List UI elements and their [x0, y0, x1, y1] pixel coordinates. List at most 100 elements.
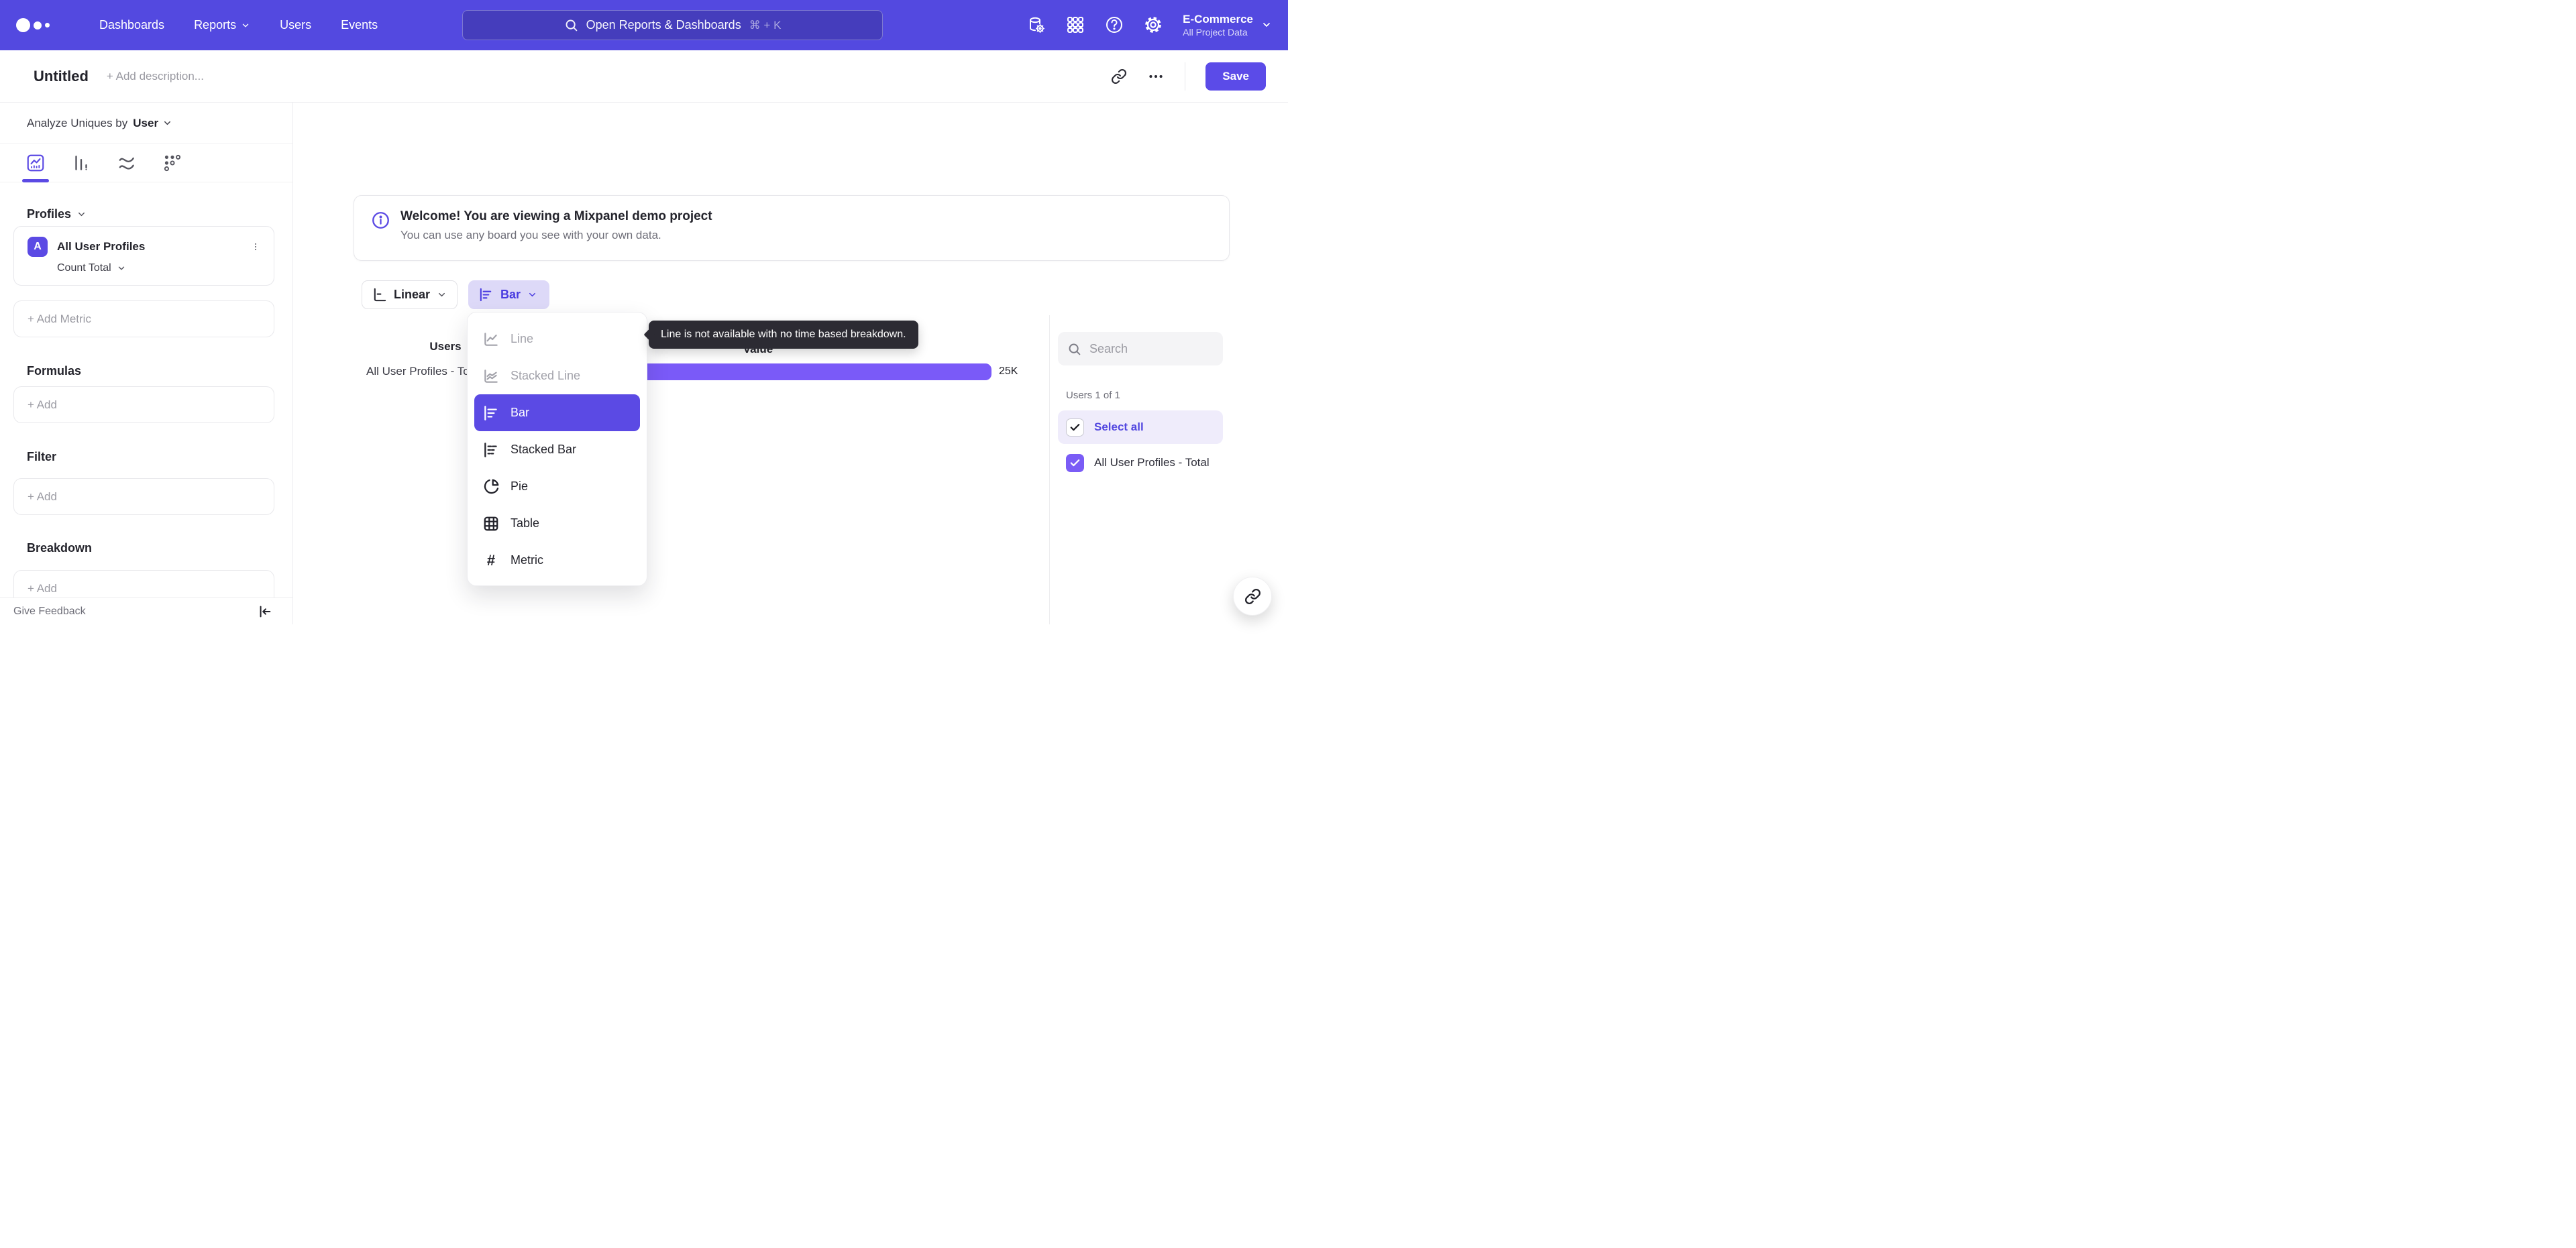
- data-governance-icon[interactable]: [1027, 15, 1046, 34]
- demo-project-banner: Welcome! You are viewing a Mixpanel demo…: [354, 195, 1230, 261]
- add-metric-button[interactable]: + Add Metric: [13, 300, 274, 337]
- select-all-label: Select all: [1094, 420, 1144, 433]
- report-canvas: Welcome! You are viewing a Mixpanel demo…: [293, 103, 1288, 624]
- hash-icon: #: [486, 551, 496, 569]
- add-filter-button[interactable]: + Add: [13, 478, 274, 515]
- series-checkbox[interactable]: [1066, 453, 1084, 472]
- analyze-label: Analyze Uniques by: [27, 116, 128, 129]
- analyze-entity-dropdown[interactable]: User: [133, 117, 172, 130]
- tab-insights[interactable]: [22, 144, 49, 182]
- check-icon: [1070, 423, 1080, 431]
- settings-gear-icon[interactable]: [1144, 15, 1163, 34]
- metric-letter-badge: A: [28, 237, 48, 257]
- formulas-section-header: Formulas: [27, 364, 82, 378]
- add-description-field[interactable]: + Add description...: [107, 70, 204, 83]
- banner-title: Welcome! You are viewing a Mixpanel demo…: [400, 209, 712, 223]
- search-icon: [566, 19, 577, 32]
- nav-item-reports[interactable]: Reports: [179, 0, 265, 50]
- more-options-icon[interactable]: [1147, 68, 1165, 85]
- chevron-down-icon: [242, 23, 249, 27]
- nav-item-label: Events: [341, 18, 378, 32]
- chart-row-label: All User Profiles - Total: [366, 365, 482, 378]
- chevron-down-icon: [439, 292, 445, 297]
- series-search-box[interactable]: [1058, 332, 1223, 365]
- nav-item-label: Users: [280, 18, 312, 32]
- chevron-down-icon: [118, 266, 124, 270]
- give-feedback-link[interactable]: Give Feedback: [13, 606, 86, 618]
- query-builder-sidebar: Analyze Uniques by User Profiles A All U…: [0, 103, 293, 624]
- stacked-bar-chart-icon: [484, 442, 497, 457]
- menu-item-metric[interactable]: # Metric: [468, 542, 647, 579]
- project-selector[interactable]: E-Commerce All Project Data: [1183, 12, 1272, 38]
- menu-item-table[interactable]: Table: [468, 505, 647, 542]
- menu-item-stacked-line[interactable]: Stacked Line: [468, 357, 647, 394]
- series-search-input[interactable]: [1089, 341, 1203, 356]
- sidebar-footer: Give Feedback: [0, 598, 292, 624]
- report-header-bar: Untitled + Add description... Save: [0, 50, 1288, 103]
- select-all-checkbox[interactable]: [1066, 418, 1084, 437]
- nav-item-label: Dashboards: [99, 18, 165, 32]
- aggregation-dropdown[interactable]: Count Total: [57, 262, 274, 274]
- filter-section-header: Filter: [27, 450, 57, 463]
- line-chart-icon: [484, 332, 498, 346]
- chevron-down-icon: [164, 121, 171, 125]
- menu-item-bar[interactable]: Bar: [474, 394, 640, 431]
- tab-funnels[interactable]: [70, 144, 93, 182]
- pie-chart-icon: [484, 479, 499, 494]
- search-icon: [1069, 343, 1081, 355]
- series-row[interactable]: All User Profiles - Total: [1058, 446, 1223, 479]
- breakdown-section-header: Breakdown: [27, 541, 93, 555]
- chevron-down-icon: [529, 292, 536, 297]
- nav-item-label: Reports: [194, 18, 237, 32]
- scale-selector-button[interactable]: Linear: [362, 280, 458, 309]
- tab-retention[interactable]: [161, 144, 184, 182]
- project-name: E-Commerce: [1183, 13, 1253, 26]
- chevron-down-icon: [78, 212, 85, 217]
- retention-dots-icon: [164, 154, 181, 172]
- profiles-section-header[interactable]: Profiles: [0, 207, 292, 221]
- chart-bar-value-label: 25K: [999, 365, 1018, 377]
- metric-card[interactable]: A All User Profiles Count Total: [13, 226, 274, 286]
- menu-item-stacked-bar[interactable]: Stacked Bar: [468, 431, 647, 468]
- panel-divider: [1049, 315, 1050, 624]
- table-icon: [484, 516, 498, 530]
- nav-item-events[interactable]: Events: [326, 0, 392, 50]
- menu-item-line[interactable]: Line: [468, 321, 647, 357]
- help-icon[interactable]: [1105, 15, 1124, 34]
- search-shortcut: ⌘ + K: [749, 18, 782, 32]
- banner-body: You can use any board you see with your …: [400, 229, 661, 241]
- stacked-line-chart-icon: [484, 369, 498, 383]
- horizontal-bar-chart-icon: [480, 288, 492, 302]
- save-button[interactable]: Save: [1205, 62, 1266, 91]
- select-all-row[interactable]: Select all: [1058, 410, 1223, 444]
- funnels-bars-icon: [75, 156, 87, 170]
- series-label: All User Profiles - Total: [1094, 456, 1210, 469]
- share-link-fab[interactable]: [1233, 577, 1272, 616]
- collapse-sidebar-icon[interactable]: [258, 604, 272, 619]
- line-disabled-tooltip: Line is not available with no time based…: [649, 321, 918, 349]
- tab-flows[interactable]: [115, 144, 138, 182]
- add-formula-button[interactable]: + Add: [13, 386, 274, 423]
- insights-chart-icon: [27, 154, 44, 172]
- report-title[interactable]: Untitled: [34, 68, 89, 85]
- nav-item-dashboards[interactable]: Dashboards: [85, 0, 179, 50]
- search-placeholder: Open Reports & Dashboards: [586, 18, 741, 32]
- axes-icon: [374, 288, 386, 302]
- nav-item-users[interactable]: Users: [265, 0, 326, 50]
- global-search-button[interactable]: Open Reports & Dashboards ⌘ + K: [462, 10, 883, 40]
- flows-icon: [119, 157, 134, 170]
- metric-options-icon[interactable]: [248, 239, 263, 254]
- series-count-label: Users 1 of 1: [1066, 390, 1120, 401]
- analyze-uniques-row: Analyze Uniques by User: [0, 103, 292, 144]
- link-icon: [1244, 588, 1260, 604]
- chevron-down-icon: [1263, 23, 1270, 27]
- mixpanel-logo-icon[interactable]: [16, 18, 50, 32]
- chart-type-dropdown-menu: Line Stacked Line Bar Stacked Bar Pie Ta…: [467, 312, 647, 586]
- chart-column-users: Users: [429, 340, 462, 353]
- copy-link-icon[interactable]: [1111, 68, 1127, 84]
- info-icon: [372, 212, 389, 229]
- apps-grid-icon[interactable]: [1066, 15, 1085, 34]
- metric-name[interactable]: All User Profiles: [57, 240, 145, 253]
- chart-type-button[interactable]: Bar: [468, 280, 549, 309]
- menu-item-pie[interactable]: Pie: [468, 468, 647, 505]
